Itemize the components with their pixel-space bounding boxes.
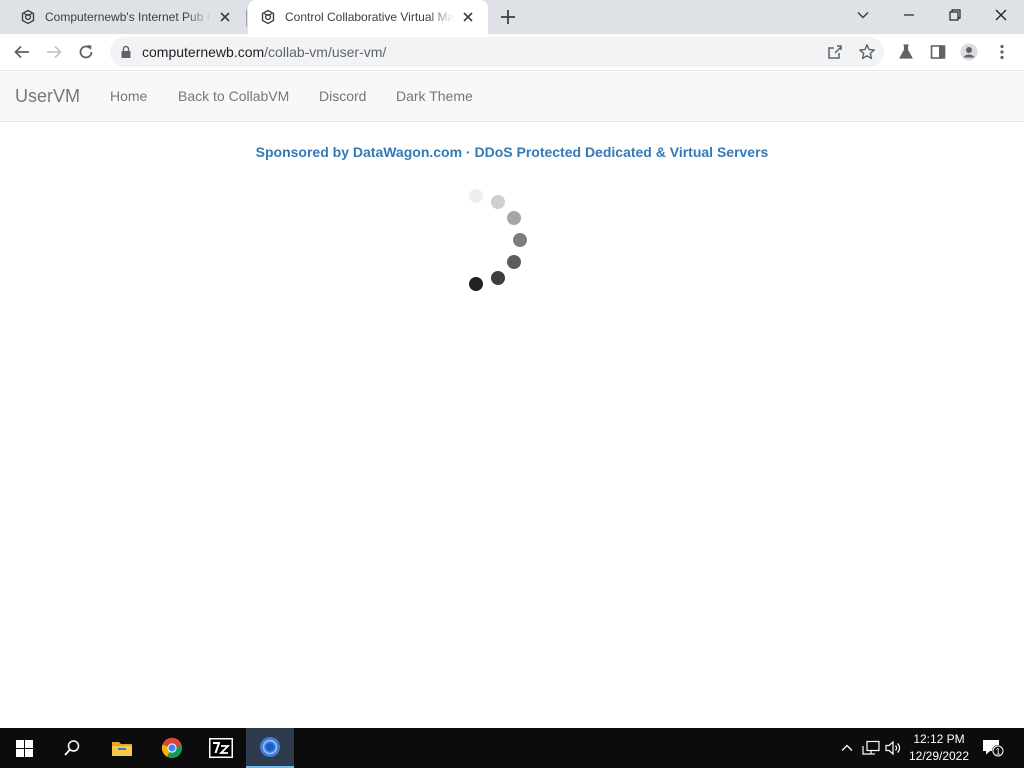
- url-path: /collab-vm/user-vm/: [264, 44, 387, 60]
- search-icon: [63, 739, 81, 757]
- minimize-window-icon[interactable]: [901, 7, 917, 23]
- windows-start-icon: [15, 739, 33, 757]
- clock-time: 12:12 PM: [913, 732, 965, 746]
- taskbar-file-explorer[interactable]: [98, 728, 146, 768]
- collabvm-favicon-icon: [20, 9, 36, 25]
- new-tab-plus-icon[interactable]: [499, 8, 517, 26]
- bookmark-star-icon[interactable]: [858, 43, 876, 61]
- profile-avatar-icon[interactable]: [960, 43, 978, 61]
- browser-toolbar: computernewb.com/collab-vm/user-vm/: [0, 34, 1024, 71]
- reload-icon[interactable]: [77, 43, 95, 61]
- taskbar-7zip[interactable]: [197, 728, 245, 768]
- site-navbar: UserVM Home Back to CollabVM Discord Dar…: [0, 72, 1024, 122]
- nav-link-discord[interactable]: Discord: [319, 88, 366, 104]
- 7zip-icon: [209, 738, 233, 758]
- spinner-dot: [491, 195, 505, 209]
- nav-link-dark-theme[interactable]: Dark Theme: [396, 88, 473, 104]
- loading-spinner-icon: [462, 179, 532, 291]
- tab-separator: [246, 10, 247, 26]
- chrome-active-icon: [259, 736, 281, 758]
- url-text: computernewb.com/collab-vm/user-vm/: [142, 44, 386, 60]
- taskbar-chrome[interactable]: [148, 728, 196, 768]
- browser-tabstrip: Computernewb's Internet Pub Hub Control …: [0, 0, 1024, 34]
- taskbar-clock[interactable]: 12:12 PM 12/29/2022: [906, 731, 972, 765]
- back-arrow-icon[interactable]: [13, 43, 31, 61]
- restore-window-icon[interactable]: [947, 7, 963, 23]
- forward-arrow-icon[interactable]: [45, 43, 63, 61]
- close-tab-icon[interactable]: [217, 9, 233, 25]
- sponsor-link[interactable]: Sponsored by DataWagon.com · DDoS Protec…: [0, 144, 1024, 160]
- chevron-down-icon[interactable]: [855, 7, 871, 23]
- spinner-dot: [507, 211, 521, 225]
- chrome-icon: [161, 737, 183, 759]
- taskbar-chrome-active[interactable]: [246, 728, 294, 768]
- nav-link-home[interactable]: Home: [110, 88, 147, 104]
- chevron-up-icon[interactable]: [839, 740, 855, 756]
- address-bar[interactable]: computernewb.com/collab-vm/user-vm/: [110, 37, 884, 67]
- site-brand-link[interactable]: UserVM: [15, 86, 80, 107]
- notification-count: 1: [995, 747, 1000, 757]
- tab-title: Control Collaborative Virtual Machines: [285, 10, 454, 24]
- share-icon[interactable]: [826, 43, 844, 61]
- notification-center-icon[interactable]: 1: [982, 738, 1004, 758]
- spinner-dot: [513, 233, 527, 247]
- clock-date: 12/29/2022: [908, 749, 970, 763]
- close-tab-icon[interactable]: [460, 9, 476, 25]
- web-page-content: UserVM Home Back to CollabVM Discord Dar…: [0, 72, 1024, 728]
- spinner-dot: [469, 277, 483, 291]
- lock-icon[interactable]: [120, 45, 132, 59]
- tab-internet-pub-hub[interactable]: Computernewb's Internet Pub Hub: [8, 0, 245, 34]
- close-window-icon[interactable]: [993, 7, 1009, 23]
- start-button[interactable]: [0, 728, 48, 768]
- labs-flask-icon[interactable]: [897, 43, 915, 61]
- tab-title: Computernewb's Internet Pub Hub: [45, 10, 211, 24]
- volume-icon[interactable]: [885, 740, 901, 756]
- network-icon[interactable]: [862, 740, 880, 756]
- tab-control-collaborative-vm[interactable]: Control Collaborative Virtual Machines: [248, 0, 488, 34]
- nav-link-back-to-collabvm[interactable]: Back to CollabVM: [178, 88, 289, 104]
- spinner-dot: [469, 189, 483, 203]
- collabvm-favicon-icon: [260, 9, 276, 25]
- spinner-dot: [507, 255, 521, 269]
- side-panel-icon[interactable]: [929, 43, 947, 61]
- menu-kebab-icon[interactable]: [993, 43, 1011, 61]
- file-explorer-icon: [111, 739, 133, 757]
- taskbar-search-button[interactable]: [48, 728, 96, 768]
- spinner-dot: [491, 271, 505, 285]
- windows-taskbar: 12:12 PM 12/29/2022 1: [0, 728, 1024, 768]
- url-host: computernewb.com: [142, 44, 265, 60]
